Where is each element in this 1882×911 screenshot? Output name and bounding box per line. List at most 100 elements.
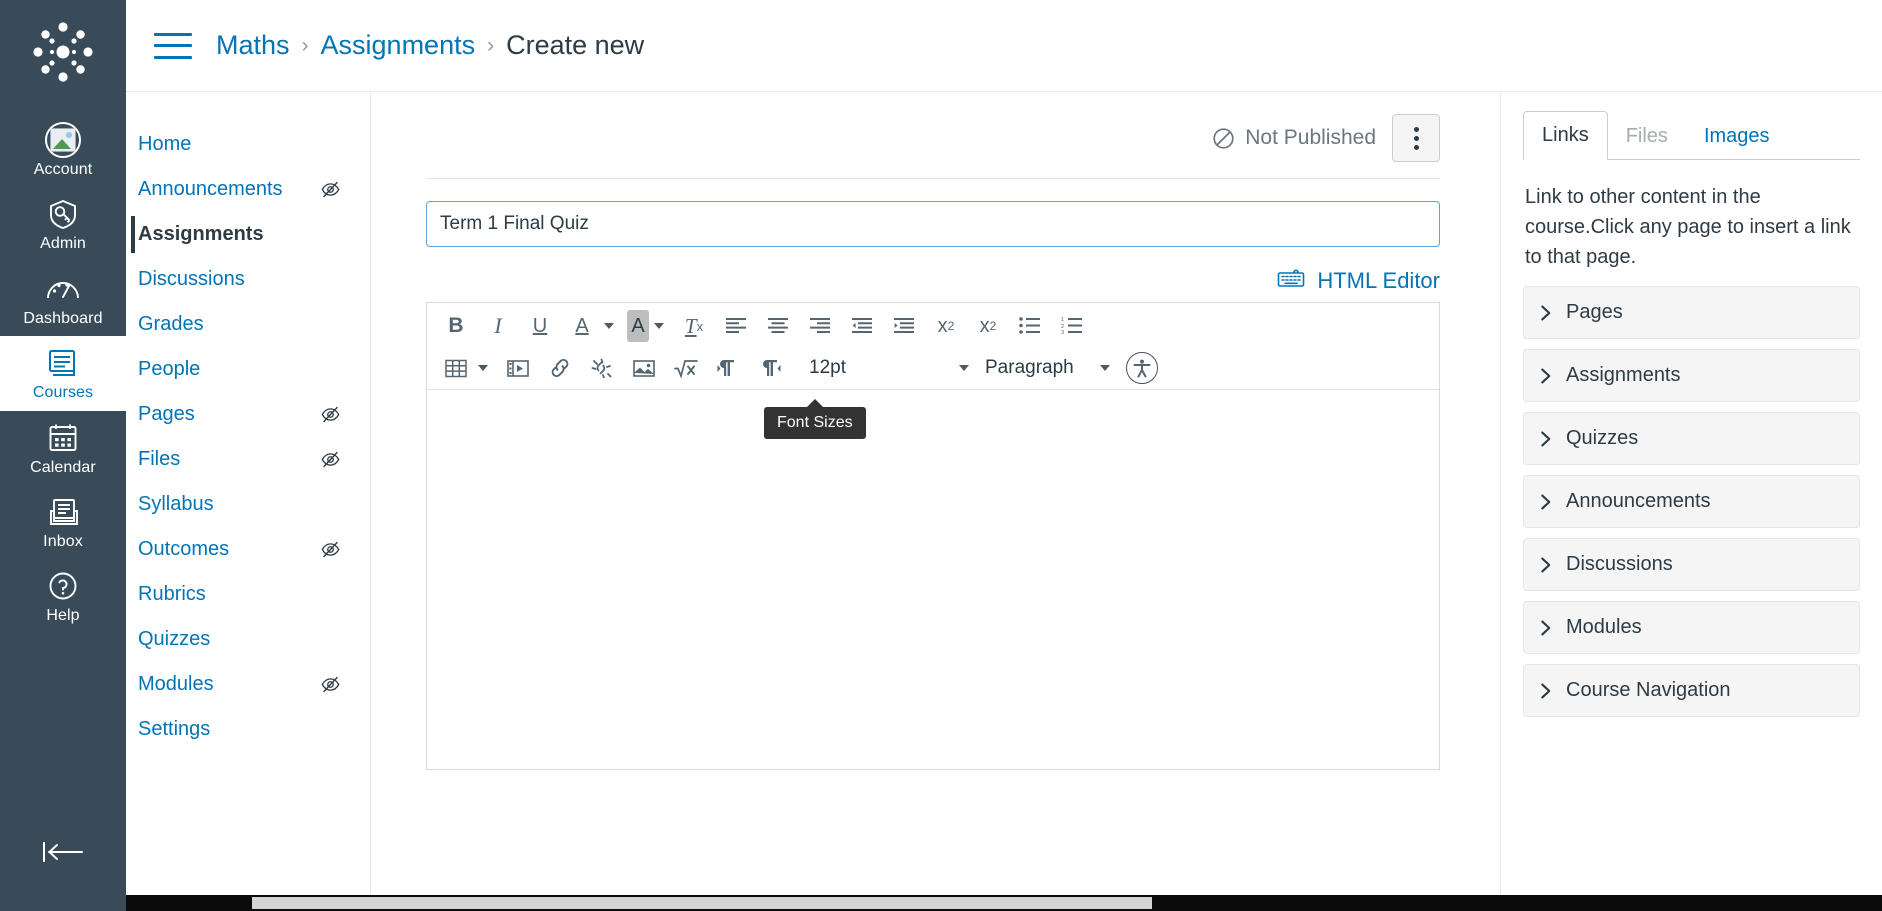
- chevron-down-icon: [959, 365, 969, 371]
- keyboard-icon: [1277, 267, 1305, 294]
- outdent-button[interactable]: [845, 310, 879, 342]
- highlight-color-dropdown[interactable]: [651, 310, 667, 342]
- course-nav-item-grades[interactable]: Grades: [126, 302, 370, 347]
- accessibility-checker-icon: [1133, 359, 1151, 378]
- accessibility-checker-button[interactable]: [1126, 352, 1158, 384]
- course-nav-item-syllabus[interactable]: Syllabus: [126, 482, 370, 527]
- global-nav-item-inbox[interactable]: Inbox: [0, 485, 126, 559]
- global-nav-item-calendar[interactable]: Calendar: [0, 411, 126, 485]
- course-nav-item-discussions[interactable]: Discussions: [126, 257, 370, 302]
- font-sizes-tooltip: Font Sizes: [764, 399, 866, 439]
- course-nav-item-assignments[interactable]: Assignments: [126, 212, 370, 257]
- accordion-item-pages[interactable]: Pages: [1523, 286, 1860, 339]
- rce-toolbar-row-2: 12pt Paragraph: [439, 349, 1431, 387]
- chevron-right-icon: [1541, 556, 1551, 573]
- font-size-select[interactable]: 12pt: [809, 352, 969, 384]
- global-nav-item-help[interactable]: Help: [0, 559, 126, 633]
- rce-content-area[interactable]: Font Sizes: [427, 389, 1439, 769]
- table-dropdown[interactable]: [475, 352, 491, 384]
- course-nav-item-home[interactable]: Home: [126, 122, 370, 167]
- question-circle-icon: [48, 569, 78, 603]
- table-button[interactable]: [439, 352, 473, 384]
- text-color-dropdown[interactable]: [601, 310, 617, 342]
- course-nav-label: Files: [138, 448, 181, 470]
- subscript-button[interactable]: x2: [971, 310, 1005, 342]
- align-right-button[interactable]: [803, 310, 837, 342]
- highlight-color-button[interactable]: A: [627, 310, 649, 342]
- superscript-button[interactable]: x2: [929, 310, 963, 342]
- accordion-item-label: Discussions: [1566, 553, 1673, 575]
- accordion-item-label: Quizzes: [1566, 427, 1639, 449]
- collapse-nav-icon[interactable]: [40, 840, 86, 869]
- breadcrumb-item-assignments[interactable]: Assignments: [321, 30, 476, 61]
- course-nav-item-rubrics[interactable]: Rubrics: [126, 572, 370, 617]
- paragraph-format-value: Paragraph: [985, 357, 1074, 378]
- paragraph-format-select[interactable]: Paragraph: [985, 352, 1110, 384]
- italic-button[interactable]: I: [481, 310, 515, 342]
- hamburger-icon[interactable]: [154, 32, 192, 59]
- chevron-right-icon: [1541, 682, 1551, 699]
- global-nav-item-admin[interactable]: Admin: [0, 187, 126, 261]
- clear-formatting-button[interactable]: Tx: [677, 310, 711, 342]
- accordion-item-course-navigation[interactable]: Course Navigation: [1523, 664, 1860, 717]
- paragraph-ltr-button[interactable]: [711, 352, 745, 384]
- accordion-item-quizzes[interactable]: Quizzes: [1523, 412, 1860, 465]
- course-nav-item-modules[interactable]: Modules: [126, 662, 370, 707]
- shield-key-icon: [47, 197, 79, 231]
- course-nav-label: Home: [138, 133, 192, 155]
- horizontal-scrollbar[interactable]: [126, 895, 1882, 911]
- align-left-button[interactable]: [719, 310, 753, 342]
- breadcrumb-separator: ›: [301, 33, 309, 57]
- global-nav-item-dashboard[interactable]: Dashboard: [0, 262, 126, 336]
- image-button[interactable]: [627, 352, 661, 384]
- align-center-button[interactable]: [761, 310, 795, 342]
- book-icon: [47, 346, 79, 380]
- accordion-item-announcements[interactable]: Announcements: [1523, 475, 1860, 528]
- tab-files[interactable]: Files: [1608, 113, 1686, 160]
- course-nav-label: Assignments: [138, 223, 264, 245]
- course-nav-item-announcements[interactable]: Announcements: [126, 167, 370, 212]
- calendar-icon: [48, 421, 78, 455]
- html-editor-link[interactable]: HTML Editor: [1317, 268, 1440, 294]
- chevron-right-icon: [1541, 367, 1551, 384]
- rich-content-editor: B I U A A Tx x 2 x 2 1 2 3 12pt Paragrap…: [426, 302, 1440, 770]
- scrollbar-thumb[interactable]: [252, 897, 1152, 909]
- course-nav-item-outcomes[interactable]: Outcomes: [126, 527, 370, 572]
- course-nav-item-quizzes[interactable]: Quizzes: [126, 617, 370, 662]
- course-nav-label: Quizzes: [138, 628, 211, 650]
- assignment-title-input[interactable]: [426, 201, 1440, 247]
- breadcrumb-item-current: Create new: [506, 30, 645, 60]
- course-nav-label: Pages: [138, 403, 195, 425]
- breadcrumb-item-course[interactable]: Maths: [216, 30, 290, 61]
- paragraph-rtl-button[interactable]: [753, 352, 787, 384]
- chevron-right-icon: [1541, 619, 1551, 636]
- accordion-item-assignments[interactable]: Assignments: [1523, 349, 1860, 402]
- text-color-button[interactable]: A: [565, 310, 599, 342]
- course-nav-item-settings[interactable]: Settings: [126, 707, 370, 752]
- media-button[interactable]: [501, 352, 535, 384]
- accordion-item-modules[interactable]: Modules: [1523, 601, 1860, 654]
- unlink-button[interactable]: [585, 352, 619, 384]
- course-nav-item-files[interactable]: Files: [126, 437, 370, 482]
- global-nav-item-courses[interactable]: Courses: [0, 336, 126, 411]
- accordion-item-discussions[interactable]: Discussions: [1523, 538, 1860, 591]
- accordion-item-label: Announcements: [1566, 490, 1711, 512]
- status-badge: Not Published: [1212, 126, 1376, 150]
- canvas-logo-icon[interactable]: [25, 14, 101, 95]
- numbered-list-button[interactable]: 123: [1055, 310, 1089, 342]
- global-nav-item-account[interactable]: Account: [0, 113, 126, 187]
- kebab-icon: [1413, 126, 1419, 150]
- chevron-down-icon: [654, 323, 664, 329]
- link-button[interactable]: [543, 352, 577, 384]
- hidden-eye-icon: [321, 451, 340, 468]
- tab-links[interactable]: Links: [1523, 111, 1608, 160]
- bulleted-list-button[interactable]: [1013, 310, 1047, 342]
- course-nav-item-pages[interactable]: Pages: [126, 392, 370, 437]
- indent-button[interactable]: [887, 310, 921, 342]
- tab-images[interactable]: Images: [1686, 113, 1788, 160]
- course-nav-item-people[interactable]: People: [126, 347, 370, 392]
- underline-button[interactable]: U: [523, 310, 557, 342]
- math-equation-button[interactable]: [669, 352, 703, 384]
- bold-button[interactable]: B: [439, 310, 473, 342]
- more-options-button[interactable]: [1392, 114, 1440, 162]
